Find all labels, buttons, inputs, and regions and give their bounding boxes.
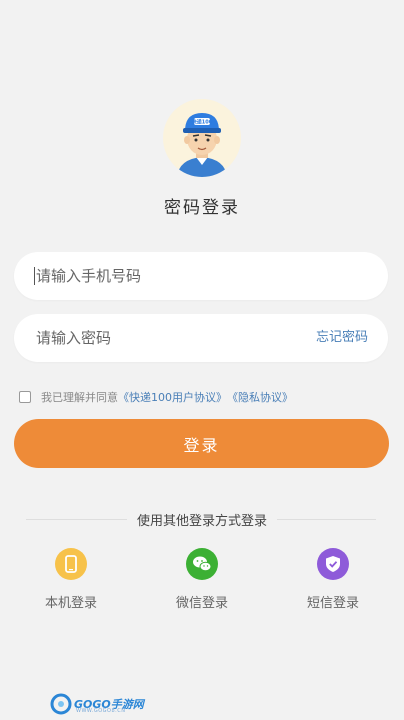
courier-avatar-icon: 快递100 bbox=[177, 113, 227, 177]
text-caret bbox=[34, 267, 35, 285]
wechat-login-label: 微信登录 bbox=[175, 596, 228, 611]
sms-login-button[interactable]: 短信登录 bbox=[283, 548, 383, 611]
local-phone-login-button[interactable]: 本机登录 bbox=[21, 548, 121, 611]
password-input[interactable] bbox=[36, 314, 296, 362]
cap-logo-text: 快递100 bbox=[191, 119, 213, 126]
user-agreement-link[interactable]: 《快递100用户协议》 bbox=[118, 389, 227, 405]
avatar: 快递100 bbox=[163, 99, 241, 177]
alt-login-divider: 使用其他登录方式登录 bbox=[0, 510, 404, 532]
watermark-subtext: WWW.GOGO8.CN bbox=[76, 708, 126, 714]
login-button[interactable]: 登录 bbox=[14, 419, 389, 468]
sms-login-label: 短信登录 bbox=[306, 596, 359, 611]
phone-input[interactable] bbox=[36, 252, 296, 300]
gogo-logo-icon bbox=[50, 693, 72, 715]
wechat-icon bbox=[186, 548, 218, 580]
shield-check-icon bbox=[317, 548, 349, 580]
agreement-prefix: 我已理解并同意 bbox=[41, 391, 118, 404]
watermark-logo: GOGO手游网 WWW.GOGO8.CN bbox=[50, 692, 144, 716]
phone-icon bbox=[55, 548, 87, 580]
password-field-container[interactable]: 忘记密码 bbox=[14, 314, 388, 362]
phone-field-container[interactable] bbox=[14, 252, 388, 300]
forgot-password-link[interactable]: 忘记密码 bbox=[316, 314, 368, 362]
agreement-checkbox[interactable] bbox=[19, 391, 31, 403]
alt-login-title: 使用其他登录方式登录 bbox=[126, 512, 277, 532]
wechat-login-button[interactable]: 微信登录 bbox=[152, 548, 252, 611]
privacy-policy-link[interactable]: 《隐私协议》 bbox=[227, 389, 293, 405]
agreement-row: 我已理解并同意 《快递100用户协议》 《隐私协议》 bbox=[19, 388, 293, 406]
page-title: 密码登录 bbox=[164, 198, 240, 218]
local-login-label: 本机登录 bbox=[44, 596, 97, 611]
